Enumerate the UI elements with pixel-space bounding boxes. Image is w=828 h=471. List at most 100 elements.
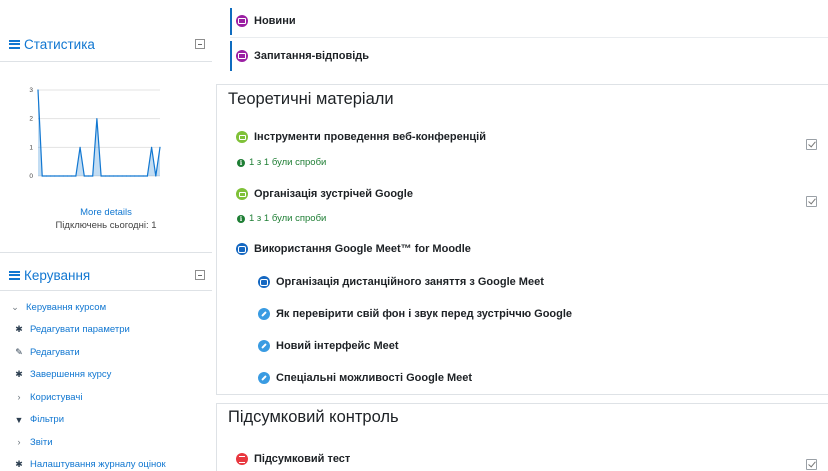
menu-icon — [9, 39, 20, 49]
nav-item-edit-settings[interactable]: ✱ Редагувати параметри — [9, 319, 166, 342]
chart-point — [129, 175, 132, 177]
activity-label: Новий інтерфейс Meet — [276, 340, 399, 352]
activity-webconf-tools[interactable]: Інструменти проведення веб-конференцій — [236, 131, 486, 143]
chart-point — [146, 175, 148, 177]
attempts-info: i 1 з 1 були спроби — [237, 213, 326, 224]
manage-block-header: Керування — [9, 264, 205, 286]
sidebar: Статистика 0 1 2 3 More details Підключень … — [0, 0, 212, 471]
activity-final-test[interactable]: Підсумковий тест — [236, 453, 350, 465]
forum-icon — [236, 50, 248, 62]
filter-icon: ▼ — [14, 414, 24, 425]
activity-google-meetings[interactable]: Організація зустрічей Google — [236, 188, 413, 200]
nav-item-label: Редагувати параметри — [30, 324, 130, 336]
statistics-chart: 0 1 2 3 — [29, 84, 162, 184]
nav-item-label: Звіти — [30, 436, 53, 448]
completion-checkbox[interactable] — [806, 459, 817, 470]
y-tick-label: 3 — [29, 87, 33, 94]
link-icon — [258, 340, 270, 352]
chart-point — [150, 146, 153, 148]
chart-point — [83, 175, 85, 177]
subactivity-check-av[interactable]: Як перевірити свій фон і звук перед зуст… — [258, 308, 572, 320]
activity-google-meet-moodle[interactable]: Використання Google Meet™ for Moodle — [236, 243, 471, 255]
manage-block-title[interactable]: Керування — [9, 268, 90, 283]
pencil-icon: ✎ — [15, 346, 23, 357]
section-title: Теоретичні матеріали — [228, 90, 394, 108]
chart-point — [41, 175, 43, 177]
completion-checkbox[interactable] — [806, 139, 817, 150]
subactivity-accessibility[interactable]: Спеціальні можливості Google Meet — [258, 372, 472, 384]
chart-point — [66, 175, 69, 177]
nav-item-filters[interactable]: ▼ Фільтри — [9, 409, 166, 432]
row-divider — [230, 37, 828, 38]
section-title: Підсумковий контроль — [228, 408, 399, 426]
chart-point — [45, 175, 48, 177]
chart-point — [92, 175, 94, 177]
activity-qa[interactable]: Запитання-відповідь — [236, 50, 369, 62]
nav-item-course-completion[interactable]: ✱ Завершення курсу — [9, 364, 166, 387]
chart-point — [113, 175, 115, 177]
more-details-link[interactable]: More details — [0, 207, 212, 218]
nav-item-course-admin[interactable]: ⌄ Керування курсом — [9, 296, 166, 319]
test-icon — [236, 453, 248, 465]
chart-point — [108, 175, 111, 177]
nav-item-label: Фільтри — [30, 414, 65, 426]
collapse-icon[interactable] — [195, 39, 205, 49]
stats-title-text: Статистика — [24, 36, 95, 52]
attempts-text: 1 з 1 були спроби — [249, 157, 327, 168]
activity-label: Організація дистанційного заняття з Goog… — [276, 276, 544, 288]
meet-icon — [236, 243, 248, 255]
chart-point — [75, 175, 77, 177]
subactivity-new-interface[interactable]: Новий інтерфейс Meet — [258, 340, 399, 352]
forum-icon — [236, 15, 248, 27]
gear-icon: ✱ — [15, 459, 23, 470]
meet-icon — [258, 276, 270, 288]
chevron-down-icon: ⌄ — [11, 301, 19, 312]
today-connections-text: Підключень сьогодні: 1 — [55, 220, 157, 231]
activity-label: Спеціальні можливості Google Meet — [276, 372, 473, 384]
info-icon: i — [237, 214, 245, 223]
nav-item-edit[interactable]: ✎ Редагувати — [9, 341, 166, 364]
stats-block-title[interactable]: Статистика — [9, 37, 95, 52]
chart-point — [58, 175, 60, 177]
activity-indent-line — [230, 41, 232, 71]
gear-icon: ✱ — [15, 324, 23, 335]
chart-point — [117, 175, 119, 177]
chart-point — [50, 175, 52, 177]
chart-point — [96, 118, 98, 120]
activity-label: Як перевірити свій фон і звук перед зуст… — [276, 308, 573, 320]
chart-point — [87, 175, 90, 177]
activity-news[interactable]: Новини — [236, 15, 296, 27]
course-content: Новини Запитання-відповідь Теоретичні ма… — [216, 0, 828, 471]
completion-checkbox[interactable] — [806, 196, 817, 207]
nav-item-label: Редагувати — [30, 346, 80, 358]
chart-point — [62, 175, 64, 177]
nav-item-reports[interactable]: › Звіти — [9, 431, 166, 454]
activity-indent-line — [230, 8, 232, 35]
link-icon — [258, 372, 270, 384]
quiz-icon — [236, 188, 248, 200]
chart-area — [38, 90, 160, 176]
chart-svg: 0 1 2 3 — [29, 87, 161, 180]
chart-point — [125, 175, 127, 177]
y-tick-label: 2 — [29, 116, 33, 123]
nav-item-users[interactable]: › Користувачі — [9, 386, 166, 409]
attempts-info: i 1 з 1 були спроби — [237, 157, 326, 168]
chart-point — [37, 89, 39, 91]
nav-item-label: Завершення курсу — [30, 369, 112, 381]
quiz-icon — [236, 131, 248, 143]
y-tick-label: 0 — [29, 173, 33, 180]
subactivity-meet-session[interactable]: Організація дистанційного заняття з Goog… — [258, 276, 544, 288]
nav-item-label: Керування курсом — [26, 301, 107, 313]
y-tick-label: 1 — [29, 144, 33, 151]
nav-item-label: Користувачі — [30, 391, 83, 403]
chart-point — [104, 175, 106, 177]
chart-point — [79, 146, 81, 148]
chevron-right-icon: › — [17, 437, 21, 448]
collapse-icon[interactable] — [195, 270, 205, 280]
chart-point — [71, 175, 73, 177]
nav-item-gradebook-setup[interactable]: ✱ Налаштування журналу оцінок — [9, 454, 166, 471]
activity-label: Інструменти проведення веб-конференцій — [254, 131, 486, 143]
link-icon — [258, 308, 270, 320]
block-divider — [0, 290, 212, 291]
nav-item-label: Налаштування журналу оцінок — [30, 459, 166, 471]
